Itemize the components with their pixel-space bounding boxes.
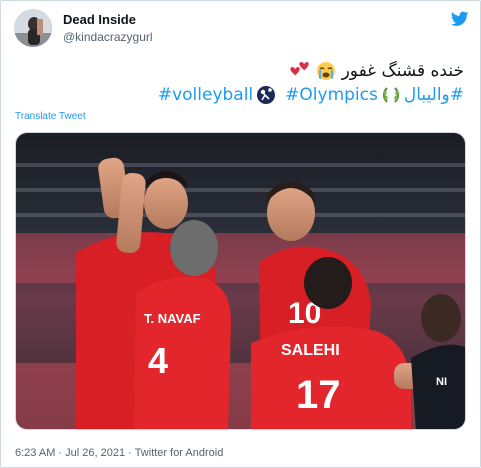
- svg-text:17: 17: [296, 373, 341, 417]
- meta-separator-1: ·: [58, 447, 63, 459]
- laurel-wreath-emoji-icon: [382, 87, 399, 103]
- tweet-date[interactable]: Jul 26, 2021: [65, 447, 125, 459]
- svg-text:T. NAVAF: T. NAVAF: [144, 311, 201, 326]
- tweet-source[interactable]: Twitter for Android: [135, 447, 224, 459]
- user-avatar[interactable]: [14, 9, 52, 47]
- volleyball-players-photo: T. NAVAF 4 10 SALEHI 17 NI: [16, 133, 465, 429]
- tweet-time[interactable]: 6:23 AM: [15, 447, 55, 459]
- svg-text:SALEHI: SALEHI: [281, 342, 340, 359]
- hashtag-volleyball[interactable]: #volleyball: [158, 85, 253, 105]
- loudly-crying-face-emoji-icon: [317, 62, 336, 80]
- hashtag-olympics[interactable]: #Olympics: [285, 85, 378, 105]
- heart-emoji-icon: [290, 62, 309, 76]
- twitter-bird-icon[interactable]: [451, 11, 469, 27]
- translate-tweet-link[interactable]: Translate Tweet: [15, 111, 86, 122]
- avatar-photo-icon: [14, 9, 52, 47]
- volleyball-emoji-icon: [257, 86, 276, 104]
- svg-text:4: 4: [148, 340, 168, 381]
- display-name[interactable]: Dead Inside: [63, 12, 136, 27]
- tweet-text-line-2: #volleyball #Olympics #والیبال: [158, 85, 464, 105]
- tweet-photo[interactable]: T. NAVAF 4 10 SALEHI 17 NI: [15, 132, 466, 430]
- tweet-persian-text: خنده قشنگ غفور: [341, 61, 464, 81]
- hashtag-persian-volleyball[interactable]: #والیبال: [404, 85, 464, 105]
- tweet-meta: 6:23 AM · Jul 26, 2021 · Twitter for And…: [15, 447, 223, 459]
- tweet-text-line-1: خنده قشنگ غفور: [289, 61, 464, 81]
- svg-text:NI: NI: [436, 376, 447, 388]
- tweet-card: Dead Inside @kindacrazygurl خنده قشنگ غف…: [0, 0, 481, 468]
- user-handle[interactable]: @kindacrazygurl: [63, 30, 153, 44]
- meta-separator-2: ·: [128, 447, 132, 459]
